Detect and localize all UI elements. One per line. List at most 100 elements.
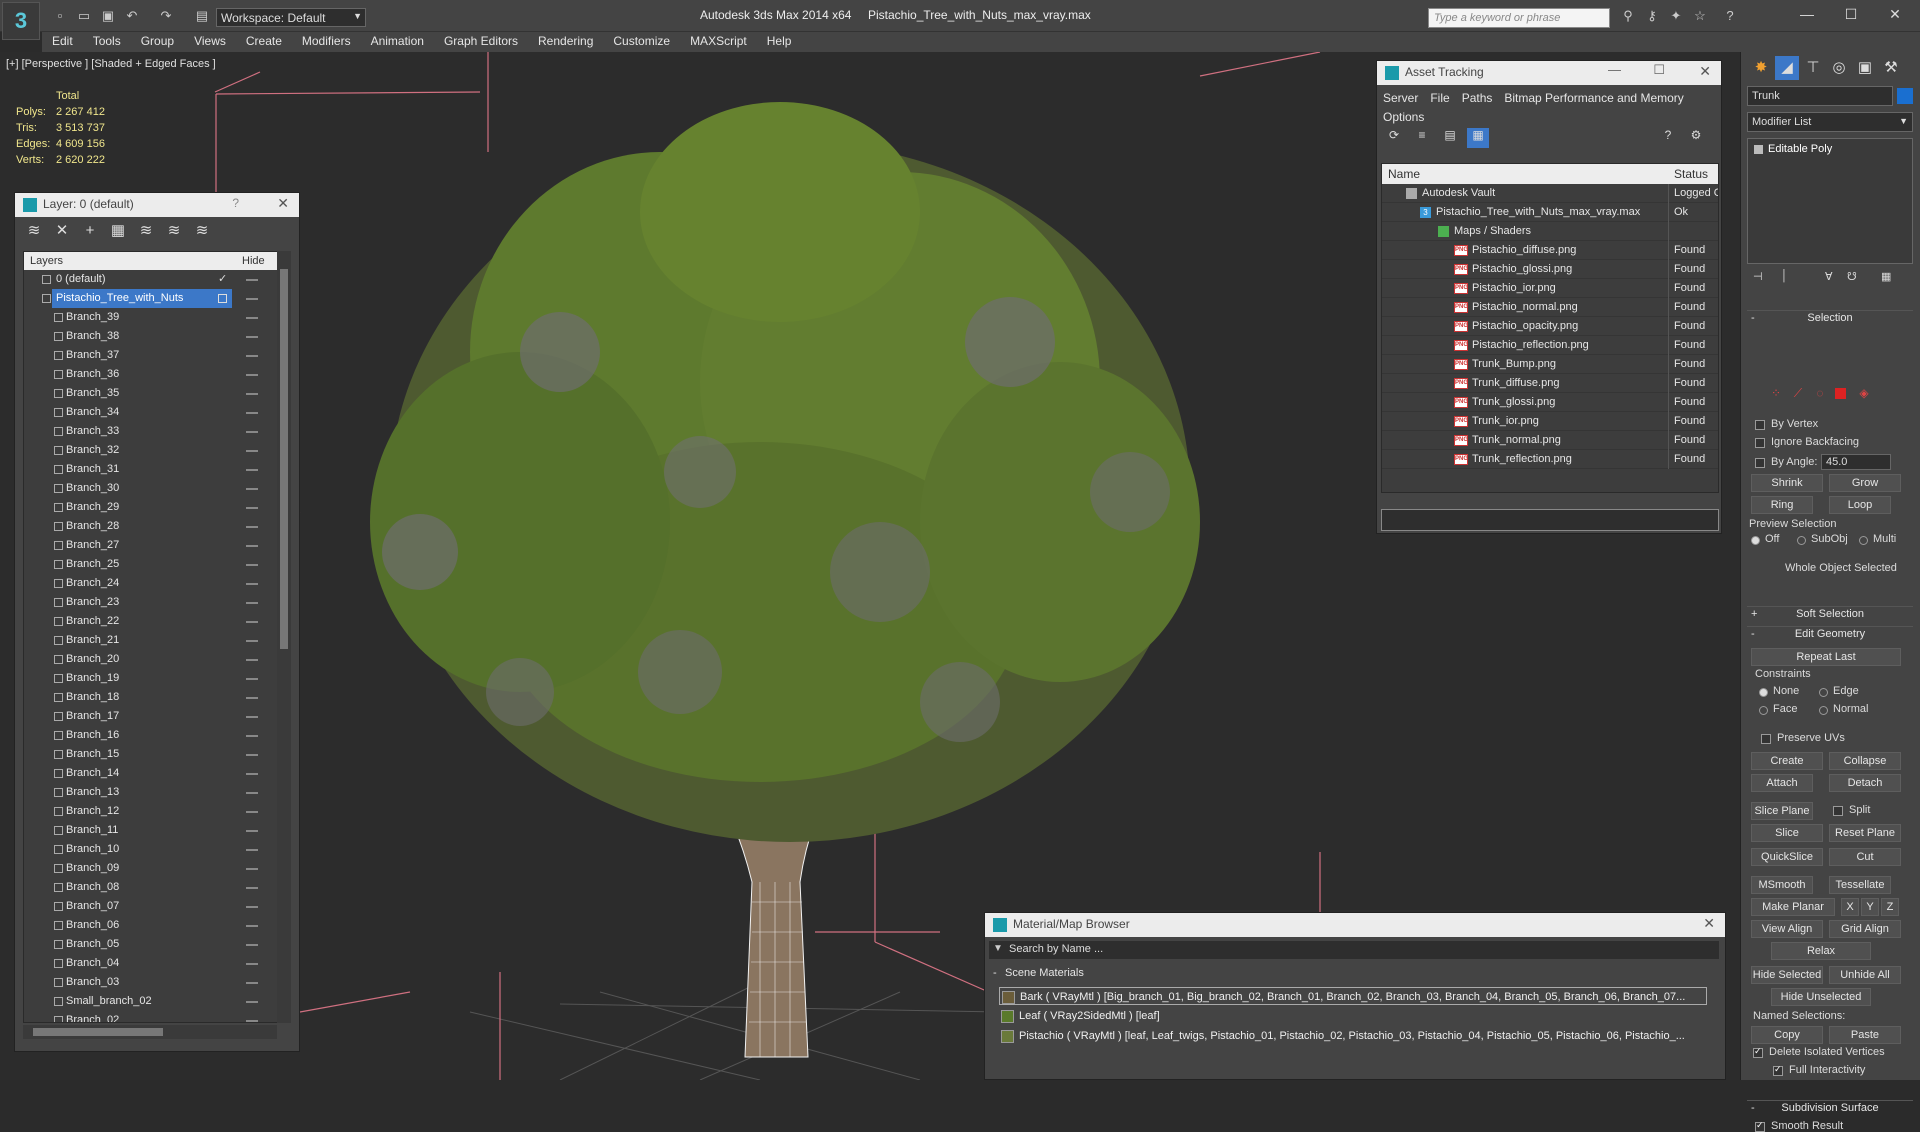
layer-row[interactable]: Branch_21 [24, 631, 290, 650]
by-angle-checkbox[interactable] [1755, 458, 1765, 468]
unhide-all-button[interactable]: Unhide All [1829, 966, 1901, 984]
menu-maxscript[interactable]: MAXScript [680, 32, 757, 50]
asset-row-file[interactable]: 3 Pistachio_Tree_with_Nuts_max_vray.max Ok [1382, 203, 1718, 222]
layer-row[interactable]: Branch_37 [24, 346, 290, 365]
constraint-normal-radio[interactable] [1819, 706, 1828, 715]
material-row[interactable]: Leaf ( VRay2SidedMtl ) [leaf] [999, 1007, 1707, 1025]
make-planar-button[interactable]: Make Planar [1751, 898, 1835, 916]
layer-row[interactable]: Branch_24 [24, 574, 290, 593]
slice-button[interactable]: Slice [1751, 824, 1823, 842]
layer-row[interactable]: Branch_15 [24, 745, 290, 764]
list-view-icon[interactable]: ≡ [1411, 128, 1433, 148]
asset-row-folder[interactable]: Maps / Shaders [1382, 222, 1718, 241]
copy-button[interactable]: Copy [1751, 1026, 1823, 1044]
hide-toggle[interactable] [246, 355, 258, 357]
hide-toggle[interactable] [246, 640, 258, 642]
hide-toggle[interactable] [246, 678, 258, 680]
menu-create[interactable]: Create [236, 32, 292, 50]
constraint-face-radio[interactable] [1759, 706, 1768, 715]
asset-menu-server[interactable]: Server [1383, 91, 1418, 105]
rollout-edit-geometry[interactable]: - Edit Geometry [1747, 626, 1913, 642]
object-name-input[interactable]: Trunk [1747, 86, 1893, 106]
redo-icon[interactable]: ↷ [158, 9, 174, 23]
settings-icon[interactable]: ⚙ [1685, 128, 1707, 148]
menu-rendering[interactable]: Rendering [528, 32, 603, 50]
menu-animation[interactable]: Animation [361, 32, 434, 50]
hide-toggle[interactable] [246, 716, 258, 718]
quickslice-button[interactable]: QuickSlice [1751, 848, 1823, 866]
star-icon[interactable]: ☆ [1692, 9, 1708, 23]
asset-row-map[interactable]: PNG Pistachio_glossi.png Found [1382, 260, 1718, 279]
vertex-icon[interactable]: ⁘ [1769, 386, 1783, 400]
hide-unselected-button[interactable]: Hide Unselected [1771, 988, 1871, 1006]
menu-graph-editors[interactable]: Graph Editors [434, 32, 528, 50]
project-folder-icon[interactable]: ▤ [194, 9, 210, 23]
asset-menu-file[interactable]: File [1430, 91, 1449, 105]
hide-all-icon[interactable]: ≋ [163, 221, 185, 241]
hide-toggle[interactable] [246, 431, 258, 433]
layer-row[interactable]: Branch_35 [24, 384, 290, 403]
asset-row-map[interactable]: PNG Pistachio_reflection.png Found [1382, 336, 1718, 355]
collapse-button[interactable]: Collapse [1829, 752, 1901, 770]
key-icon[interactable]: ⚷ [1644, 9, 1660, 23]
maximize-icon[interactable]: ☐ [1653, 62, 1665, 78]
layer-row[interactable]: Branch_29 [24, 498, 290, 517]
binoculars-icon[interactable]: ⚲ [1620, 9, 1636, 23]
layer-hscrollbar[interactable] [23, 1025, 277, 1039]
layer-row[interactable]: Branch_10 [24, 840, 290, 859]
menu-help[interactable]: Help [757, 32, 802, 50]
hide-toggle[interactable] [246, 1020, 258, 1022]
hide-toggle[interactable] [246, 906, 258, 908]
hide-toggle[interactable] [246, 944, 258, 946]
hide-toggle[interactable] [246, 488, 258, 490]
create-tab-icon[interactable]: ✸ [1749, 56, 1773, 80]
loop-button[interactable]: Loop [1829, 496, 1891, 514]
hide-toggle[interactable] [246, 412, 258, 414]
constraint-edge-radio[interactable] [1819, 688, 1828, 697]
col-layers[interactable]: Layers [30, 255, 63, 267]
layer-row[interactable]: Branch_04 [24, 954, 290, 973]
preview-subobj-radio[interactable] [1797, 536, 1806, 545]
grow-button[interactable]: Grow [1829, 474, 1901, 492]
utilities-tab-icon[interactable]: ⚒ [1879, 56, 1903, 80]
layer-row[interactable]: 0 (default) ✓ [24, 270, 290, 289]
help-icon[interactable]: ? [1722, 9, 1738, 23]
asset-row-map[interactable]: PNG Trunk_reflection.png Found [1382, 450, 1718, 469]
hide-toggle[interactable] [246, 393, 258, 395]
layer-row[interactable]: Branch_12 [24, 802, 290, 821]
close-icon[interactable]: ✕ [1699, 63, 1711, 80]
menu-edit[interactable]: Edit [42, 32, 83, 50]
delete-layer-icon[interactable]: ✕ [51, 221, 73, 241]
hide-toggle[interactable] [246, 545, 258, 547]
rollout-subdivision-surface[interactable]: - Subdivision Surface [1747, 1100, 1913, 1116]
highlight-layer-icon[interactable]: ≋ [135, 221, 157, 241]
asset-path-input[interactable] [1381, 509, 1719, 531]
grid-align-button[interactable]: Grid Align [1829, 920, 1901, 938]
scroll-thumb[interactable] [280, 269, 288, 649]
hide-toggle[interactable] [246, 317, 258, 319]
scroll-thumb[interactable] [33, 1028, 163, 1036]
hide-toggle[interactable] [246, 811, 258, 813]
cut-button[interactable]: Cut [1829, 848, 1901, 866]
col-status[interactable]: Status [1674, 167, 1708, 181]
layer-row[interactable]: Branch_22 [24, 612, 290, 631]
menu-views[interactable]: Views [184, 32, 236, 50]
undo-icon[interactable]: ↶ [124, 9, 140, 23]
rollout-soft-selection[interactable]: + Soft Selection [1747, 606, 1913, 622]
maximize-icon[interactable]: ☐ [1836, 6, 1866, 23]
add-layer-icon[interactable]: + [79, 222, 101, 242]
mat-search-input[interactable]: Search by Name ... [989, 941, 1719, 959]
menu-group[interactable]: Group [131, 32, 184, 50]
remove-modifier-icon[interactable]: ☋ [1847, 270, 1857, 283]
element-icon[interactable]: ◈ [1857, 386, 1871, 400]
material-row[interactable]: Bark ( VRayMtl ) [Big_branch_01, Big_bra… [999, 987, 1707, 1005]
paste-button[interactable]: Paste [1829, 1026, 1901, 1044]
hide-toggle[interactable] [246, 982, 258, 984]
hide-toggle[interactable] [246, 469, 258, 471]
hide-toggle[interactable] [246, 374, 258, 376]
msmooth-button[interactable]: MSmooth [1751, 876, 1813, 894]
full-interactivity-checkbox[interactable] [1773, 1064, 1783, 1076]
ignore-backfacing-checkbox[interactable] [1755, 438, 1765, 448]
hide-toggle[interactable] [246, 754, 258, 756]
app-logo-icon[interactable]: 3 [2, 2, 40, 40]
